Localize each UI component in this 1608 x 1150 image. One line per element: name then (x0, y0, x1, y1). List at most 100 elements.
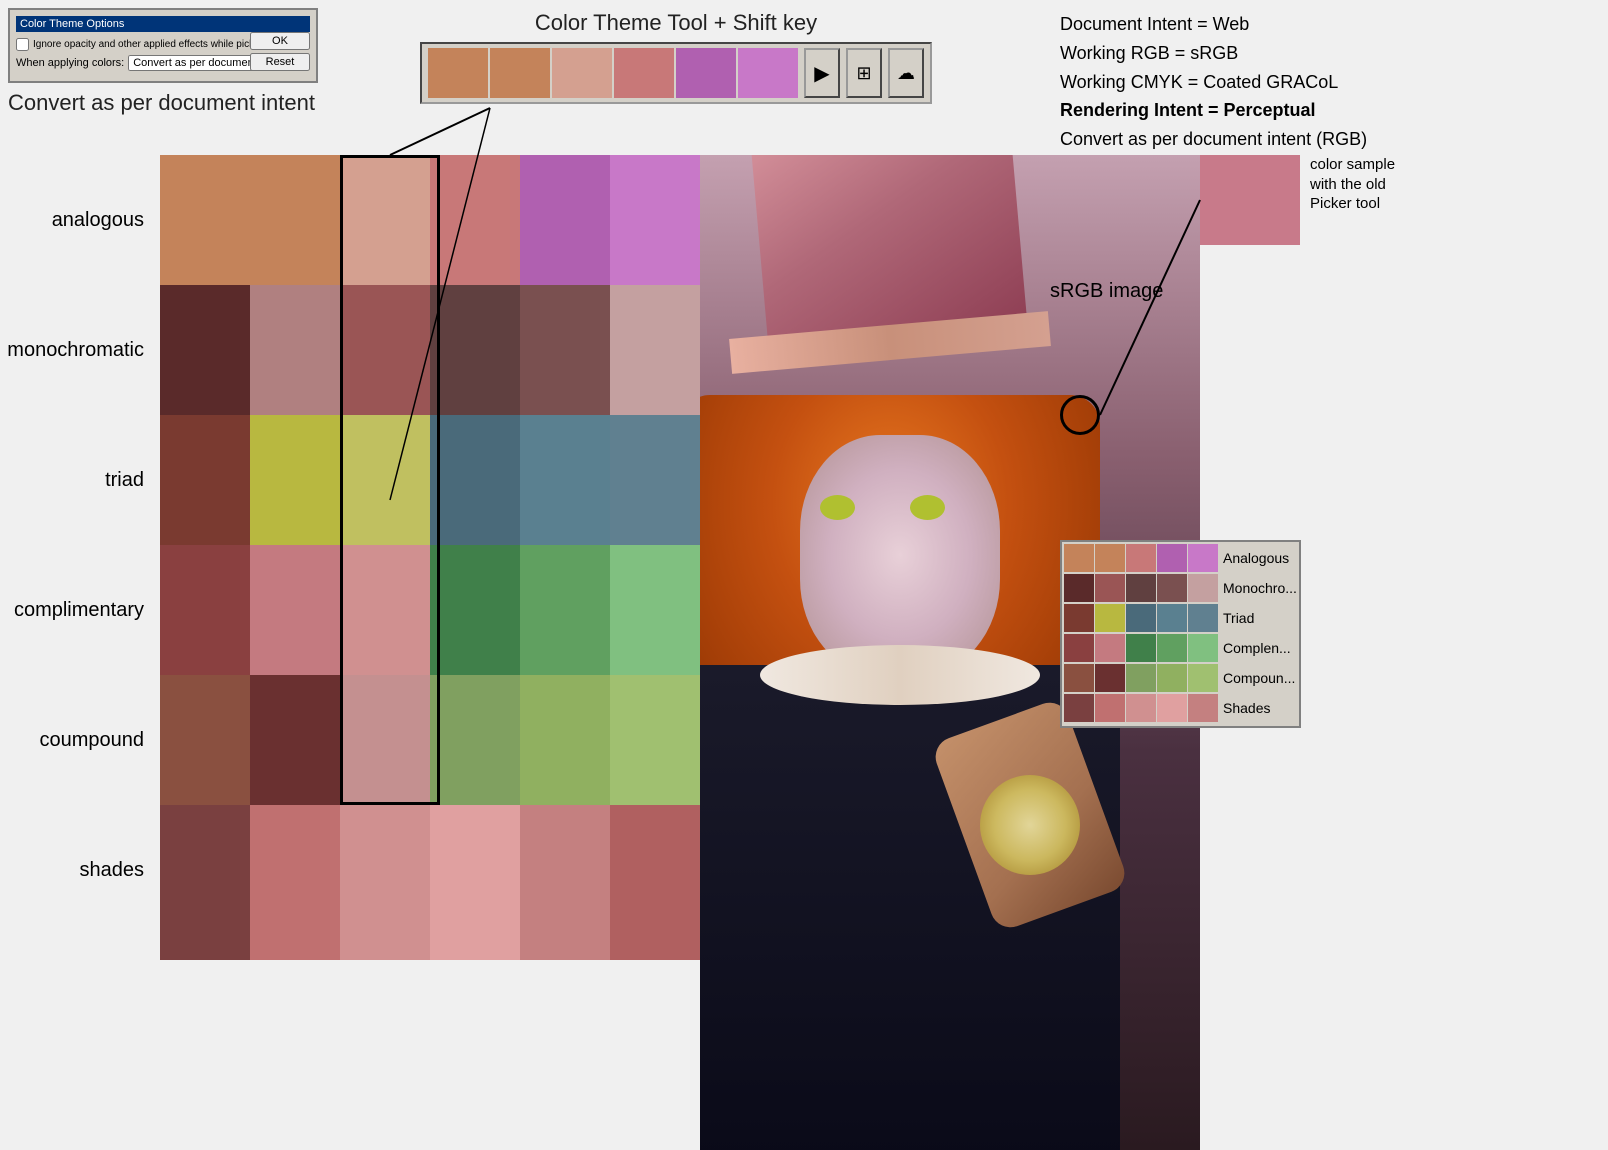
cell[interactable] (340, 805, 430, 960)
cell[interactable] (610, 155, 700, 285)
play-button[interactable]: ▶ (804, 48, 840, 98)
cell[interactable] (340, 415, 430, 545)
cell[interactable] (520, 155, 610, 285)
cells-triad (160, 415, 700, 545)
mini-cell[interactable] (1188, 544, 1218, 572)
mini-cell[interactable] (1064, 634, 1094, 662)
swatch-5[interactable] (676, 48, 736, 98)
mini-cell[interactable] (1095, 664, 1125, 692)
ignore-opacity-checkbox[interactable] (16, 38, 29, 51)
grid-button[interactable]: ⊞ (846, 48, 882, 98)
mini-cell[interactable] (1126, 694, 1156, 722)
cell[interactable] (160, 805, 250, 960)
mini-cell[interactable] (1064, 694, 1094, 722)
color-sample-swatch (1200, 155, 1300, 245)
mini-cell[interactable] (1126, 634, 1156, 662)
mini-cell[interactable] (1064, 604, 1094, 632)
mini-cell[interactable] (1095, 634, 1125, 662)
cell[interactable] (430, 155, 520, 285)
mini-row-compound: Compoun... (1064, 664, 1297, 692)
cells-complimentary (160, 545, 700, 675)
cell[interactable] (250, 675, 340, 805)
label-coumpound: coumpound (0, 675, 160, 805)
mini-cell[interactable] (1095, 604, 1125, 632)
swatch-4[interactable] (614, 48, 674, 98)
cell[interactable] (160, 285, 250, 415)
mini-cell[interactable] (1126, 544, 1156, 572)
mini-palette-panel: Analogous Monochro... Triad Complen... C… (1060, 540, 1301, 728)
mini-cell[interactable] (1126, 574, 1156, 602)
cell[interactable] (250, 155, 340, 285)
cell[interactable] (340, 285, 430, 415)
cell[interactable] (160, 415, 250, 545)
cell[interactable] (340, 155, 430, 285)
cell[interactable] (250, 285, 340, 415)
mini-cell[interactable] (1157, 544, 1187, 572)
cell[interactable] (430, 285, 520, 415)
toolbar-section: Color Theme Tool + Shift key ▶ ⊞ ☁ (420, 10, 932, 104)
info-line1: Document Intent = Web (1060, 10, 1367, 39)
cell[interactable] (520, 415, 610, 545)
swatch-2[interactable] (490, 48, 550, 98)
mini-row-triad: Triad (1064, 604, 1297, 632)
mini-cell[interactable] (1095, 694, 1125, 722)
mini-cell[interactable] (1157, 634, 1187, 662)
cell[interactable] (520, 675, 610, 805)
cell[interactable] (520, 545, 610, 675)
mini-cell[interactable] (1188, 634, 1218, 662)
label-triad: triad (0, 415, 160, 545)
mini-cell[interactable] (1064, 544, 1094, 572)
cell[interactable] (430, 545, 520, 675)
cell[interactable] (160, 155, 250, 285)
swatch-1[interactable] (428, 48, 488, 98)
cell[interactable] (250, 805, 340, 960)
mini-cell[interactable] (1064, 664, 1094, 692)
mini-cell[interactable] (1126, 604, 1156, 632)
mini-cell[interactable] (1064, 574, 1094, 602)
swatch-6[interactable] (738, 48, 798, 98)
cell[interactable] (160, 545, 250, 675)
reset-button[interactable]: Reset (250, 53, 310, 71)
palette-row-monochromatic: monochromatic (0, 285, 700, 415)
mini-cell[interactable] (1157, 574, 1187, 602)
cell[interactable] (610, 805, 700, 960)
mini-cell[interactable] (1157, 664, 1187, 692)
cloud-button[interactable]: ☁ (888, 48, 924, 98)
mini-cell[interactable] (1188, 664, 1218, 692)
mini-label-monochromatic: Monochro... (1223, 580, 1297, 596)
mini-cell[interactable] (1188, 694, 1218, 722)
mini-cell[interactable] (1095, 574, 1125, 602)
cell[interactable] (610, 675, 700, 805)
cell[interactable] (430, 805, 520, 960)
mini-row-monochromatic: Monochro... (1064, 574, 1297, 602)
mini-cell[interactable] (1188, 574, 1218, 602)
circle-indicator (1060, 395, 1100, 435)
mini-cell[interactable] (1188, 604, 1218, 632)
ok-button[interactable]: OK (250, 32, 310, 50)
cell[interactable] (610, 285, 700, 415)
cell[interactable] (250, 415, 340, 545)
dialog-title: Color Theme Options (20, 18, 124, 30)
mini-cell[interactable] (1126, 664, 1156, 692)
applying-label: When applying colors: (16, 57, 124, 69)
cell[interactable] (520, 805, 610, 960)
cell[interactable] (340, 675, 430, 805)
mini-cell[interactable] (1157, 694, 1187, 722)
cell[interactable] (610, 415, 700, 545)
cell[interactable] (520, 285, 610, 415)
palette-area: analogous monochromatic triad (0, 155, 700, 960)
swatch-3[interactable] (552, 48, 612, 98)
color-sample-label: color sample with the old Picker tool (1310, 155, 1410, 214)
palette-row-analogous: analogous (0, 155, 700, 285)
cell[interactable] (340, 545, 430, 675)
mini-cell[interactable] (1095, 544, 1125, 572)
color-theme-options-dialog: Color Theme Options Ignore opacity and o… (8, 8, 318, 83)
cell[interactable] (610, 545, 700, 675)
cell[interactable] (250, 545, 340, 675)
mini-row-analogous: Analogous (1064, 544, 1297, 572)
cell[interactable] (430, 415, 520, 545)
mini-cell[interactable] (1157, 604, 1187, 632)
cell[interactable] (430, 675, 520, 805)
cell[interactable] (160, 675, 250, 805)
label-monochromatic: monochromatic (0, 285, 160, 415)
